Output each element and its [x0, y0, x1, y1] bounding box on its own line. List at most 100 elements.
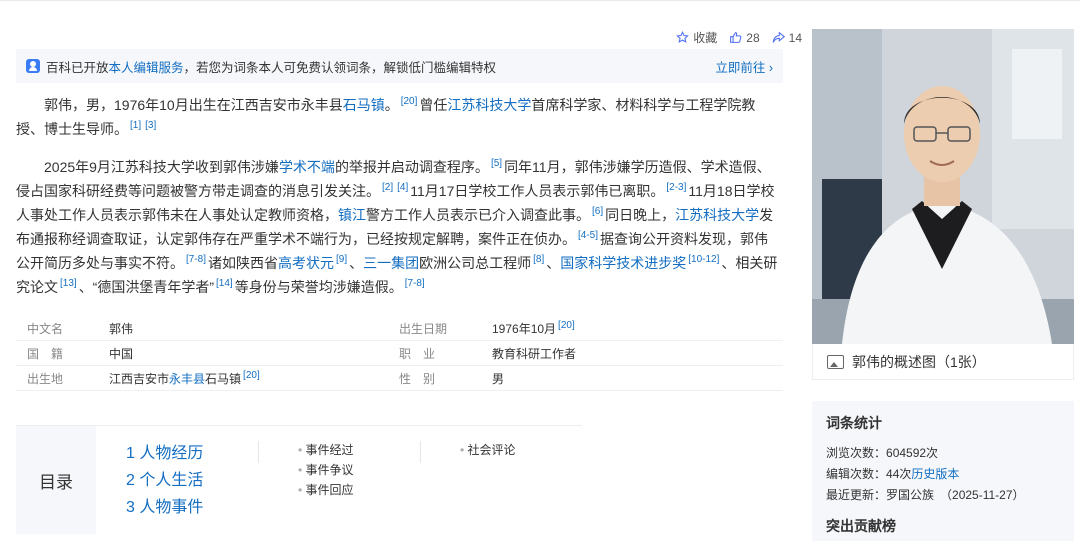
basic-info-table: 中文名 郭伟 出生日期 1976年10月 [20] 国 籍 中国 职 业 教育科研… [16, 316, 783, 391]
toc-title: 目录 [16, 426, 96, 534]
toc-main: 1 人物经历 2 个人生活 3 人物事件 [126, 440, 203, 521]
info-value: 1976年10月 [20] [492, 320, 577, 337]
link-sany-group[interactable]: 三一集团 [363, 255, 419, 271]
views-count: 604592次 [886, 446, 939, 460]
thumbs-up-icon [730, 32, 742, 43]
share-icon [772, 31, 785, 43]
favorite-button[interactable]: 收藏 [676, 29, 717, 46]
edit-service-banner: 百科已开放 本人编辑服务 ，若您为词条本人可免费认领词条，解锁低门槛编辑特权 立… [16, 49, 783, 83]
banner-text: ，若您为词条本人可免费认领词条，解锁低门槛编辑特权 [183, 60, 497, 75]
text: 警方工作人员表示已介入调查此事。 [366, 207, 590, 223]
edit-service-link[interactable]: 本人编辑服务 [109, 57, 184, 76]
edits-count: 44次 [886, 467, 912, 481]
summary-paragraph: 郭伟，男，1976年10月出生在江西吉安市永丰县石马镇。 [20] 曾任江苏科技大学… [16, 93, 781, 141]
toc-subitem[interactable]: 事件争议 [298, 460, 354, 480]
info-key: 出生地 [27, 371, 64, 386]
portrait-photo[interactable] [812, 29, 1074, 344]
info-row: 出生地 江西吉安市永丰县石马镇 [20] 性 别 男 [16, 366, 783, 391]
portrait-image [812, 29, 1074, 344]
like-count: 28 [746, 30, 760, 45]
star-icon [676, 31, 690, 43]
top-divider [0, 0, 1080, 1]
text: 2025年9月江苏科技大学收到郭伟涉嫌 [44, 159, 279, 175]
reference[interactable]: [7-8] [186, 254, 206, 265]
photo-caption-text: 郭伟的概述图（1张） [852, 353, 986, 370]
link-china[interactable]: 中国 [109, 345, 399, 362]
reference[interactable]: [3] [145, 120, 156, 131]
text: 诸如陕西省 [208, 255, 279, 271]
link-jiangsu-university[interactable]: 江苏科技大学 [675, 207, 759, 223]
reference[interactable]: [2] [382, 182, 393, 193]
stats-title: 词条统计 [826, 415, 882, 431]
banner-prefix: 百科已开放 [46, 60, 109, 75]
share-button[interactable]: 14 [772, 31, 802, 45]
reference[interactable]: [7-8] [405, 278, 425, 289]
toc-sub: 社会评论 [460, 440, 516, 460]
share-count: 14 [788, 30, 802, 45]
like-button[interactable]: 28 [729, 30, 760, 45]
entry-stats-panel: 词条统计 浏览次数：604592次 编辑次数：44次历史版本 最近更新：罗国公族… [812, 401, 1074, 541]
reference[interactable]: [4-5] [578, 230, 598, 241]
go-now-link[interactable]: 立即前往 › [715, 57, 773, 76]
reference[interactable]: [20] [243, 370, 260, 381]
info-value: 江西吉安市永丰县石马镇 [20] [109, 370, 399, 387]
reference[interactable]: [6] [592, 206, 603, 217]
toc-subitem[interactable]: 事件经过 [298, 440, 354, 460]
info-row: 中文名 郭伟 出生日期 1976年10月 [20] [16, 316, 783, 341]
event-paragraph: 2025年9月江苏科技大学收到郭伟涉嫌学术不端的举报并启动调查程序。 [5] 同年1… [16, 155, 781, 299]
reference[interactable]: [9] [336, 254, 347, 265]
toc-sub: 事件经过 事件争议 事件回应 [298, 440, 354, 500]
toc-item[interactable]: 1 人物经历 [126, 440, 203, 467]
reference[interactable]: [8] [533, 254, 544, 265]
history-version-link[interactable]: 历史版本 [911, 467, 959, 481]
action-bar: 收藏 28 14 [676, 29, 802, 46]
reference[interactable]: [4] [397, 182, 408, 193]
info-key: 职 业 [399, 346, 436, 361]
updated-label: 最近更新： [826, 488, 887, 502]
reference[interactable]: [20] [401, 96, 418, 107]
photo-caption[interactable]: 郭伟的概述图（1张） [812, 344, 1074, 380]
link-academic-misconduct[interactable]: 学术不端 [279, 159, 335, 175]
edits-label: 编辑次数： [826, 467, 887, 481]
reference[interactable]: [13] [60, 278, 77, 289]
reference[interactable]: [10-12] [688, 254, 719, 265]
image-icon [827, 354, 844, 369]
info-value: 教育科研工作者 [492, 346, 577, 361]
text: 曾任 [419, 97, 448, 113]
text: 的举报并启动调查程序。 [334, 159, 489, 175]
text: 石马镇 [205, 371, 242, 386]
toc-subitem[interactable]: 事件回应 [298, 480, 354, 500]
link-zhenjiang[interactable]: 镇江 [338, 207, 366, 223]
reference[interactable]: [1] [130, 120, 141, 131]
link-yongfeng-county[interactable]: 永丰县 [169, 372, 205, 386]
toc-subitem[interactable]: 社会评论 [460, 440, 516, 460]
views-label: 浏览次数： [826, 446, 887, 460]
text: 同日晚上， [605, 207, 676, 223]
info-row: 国 籍 中国 职 业 教育科研工作者 [16, 341, 783, 366]
text: 、 [349, 255, 364, 271]
text: 、“德国洪堡青年学者” [78, 279, 215, 295]
toc-item[interactable]: 2 个人生活 [126, 467, 203, 494]
link-science-award[interactable]: 国家科学技术进步奖 [560, 255, 686, 271]
birth-date: 1976年10月 [492, 321, 557, 336]
chevron-right-icon: › [768, 60, 773, 75]
link-jiangsu-university[interactable]: 江苏科技大学 [447, 97, 531, 113]
info-value: 男 [492, 371, 505, 386]
link-gaokao-champion[interactable]: 高考状元 [278, 255, 334, 271]
text: 郭伟，男，1976年10月出生在江西吉安市永丰县 [44, 97, 343, 113]
divider [420, 441, 421, 463]
updated-line: 最近更新：罗国公族 （2025-11-27） [826, 485, 1060, 506]
reference[interactable]: [20] [558, 320, 575, 331]
favorite-label: 收藏 [693, 31, 718, 45]
link-shima-town[interactable]: 石马镇 [343, 97, 385, 113]
text: 等身份与荣誉均涉嫌造假。 [234, 279, 403, 295]
text: 欧洲公司总工程师 [419, 255, 532, 271]
updated-value: 罗国公族 （2025-11-27） [886, 488, 1025, 502]
reference[interactable]: [5] [491, 158, 502, 169]
reference[interactable]: [2-3] [666, 182, 686, 193]
toc-item[interactable]: 3 人物事件 [126, 494, 203, 521]
views-line: 浏览次数：604592次 [826, 443, 1060, 464]
reference[interactable]: [14] [216, 278, 233, 289]
contributors-title: 突出贡献榜 [826, 518, 896, 534]
edits-line: 编辑次数：44次历史版本 [826, 464, 1060, 485]
